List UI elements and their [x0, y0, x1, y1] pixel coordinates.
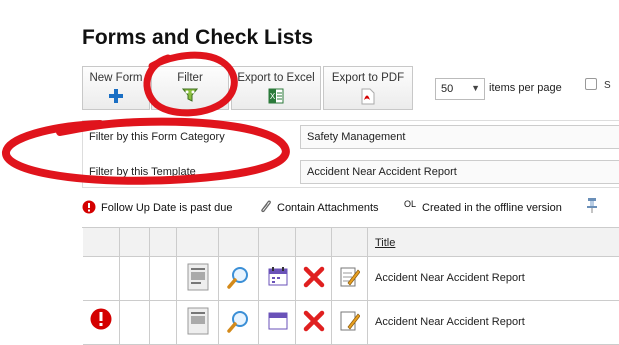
new-form-label: New Form — [89, 72, 143, 84]
new-form-button[interactable]: New Form — [82, 66, 150, 110]
legend-followup: Follow Up Date is past due — [101, 202, 233, 214]
document-preview-icon[interactable] — [187, 263, 209, 291]
row-title[interactable]: Accident Near Accident Report — [375, 272, 525, 284]
pin-icon[interactable] — [586, 197, 598, 213]
table-row: Accident Near Accident Report — [83, 301, 619, 345]
title-column-header[interactable]: Title — [375, 237, 395, 249]
calendar-icon[interactable] — [268, 310, 288, 330]
delete-icon[interactable] — [303, 266, 325, 288]
export-pdf-button[interactable]: Export to PDF — [323, 66, 413, 110]
template-select[interactable]: Accident Near Accident Report — [300, 160, 619, 184]
paperclip-icon — [261, 200, 271, 213]
legend-offline: Created in the offline version — [422, 202, 562, 214]
alert-icon — [82, 200, 96, 214]
per-page-select[interactable]: 50 ▼ — [435, 78, 485, 100]
filter-template-label: Filter by this Template — [89, 166, 196, 178]
table-row: Accident Near Accident Report — [83, 257, 619, 301]
row-title[interactable]: Accident Near Accident Report — [375, 316, 525, 328]
delete-icon[interactable] — [303, 310, 325, 332]
per-page-label: items per page — [489, 82, 562, 94]
forms-table: Title Accident Near Accident Report Acci… — [82, 227, 619, 345]
alert-icon — [90, 308, 112, 330]
document-preview-icon[interactable] — [187, 307, 209, 335]
filter-row-category: Filter by this Form Category Safety Mana… — [83, 121, 619, 155]
option-checkbox-label: S — [604, 80, 611, 91]
calendar-icon[interactable] — [268, 266, 288, 286]
magnifier-icon[interactable] — [227, 309, 251, 333]
filter-category-label: Filter by this Form Category — [89, 131, 225, 143]
svg-text:X: X — [270, 92, 276, 101]
option-checkbox[interactable] — [585, 78, 597, 90]
filter-button[interactable]: Filter — [151, 66, 229, 110]
edit-icon[interactable] — [340, 310, 360, 332]
export-excel-button[interactable]: Export to Excel X — [231, 66, 321, 110]
category-select[interactable]: Safety Management — [300, 125, 619, 149]
per-page-value: 50 — [441, 83, 454, 95]
filter-row-template: Filter by this Template Accident Near Ac… — [83, 155, 619, 189]
excel-icon: X — [268, 88, 284, 104]
filter-panel: Filter by this Form Category Safety Mana… — [82, 120, 619, 188]
filter-label: Filter — [177, 72, 203, 84]
page-title: Forms and Check Lists — [82, 26, 314, 49]
legend-attachments: Contain Attachments — [277, 202, 379, 214]
magnifier-icon[interactable] — [227, 265, 251, 289]
export-excel-label: Export to Excel — [237, 72, 315, 84]
legend-offline-code: OL — [404, 199, 417, 209]
plus-icon — [109, 89, 123, 103]
edit-icon[interactable] — [340, 266, 360, 288]
funnel-icon — [182, 88, 198, 102]
chevron-down-icon: ▼ — [471, 83, 480, 93]
export-pdf-label: Export to PDF — [331, 72, 405, 84]
pdf-icon — [361, 88, 375, 105]
table-header: Title — [83, 228, 619, 257]
